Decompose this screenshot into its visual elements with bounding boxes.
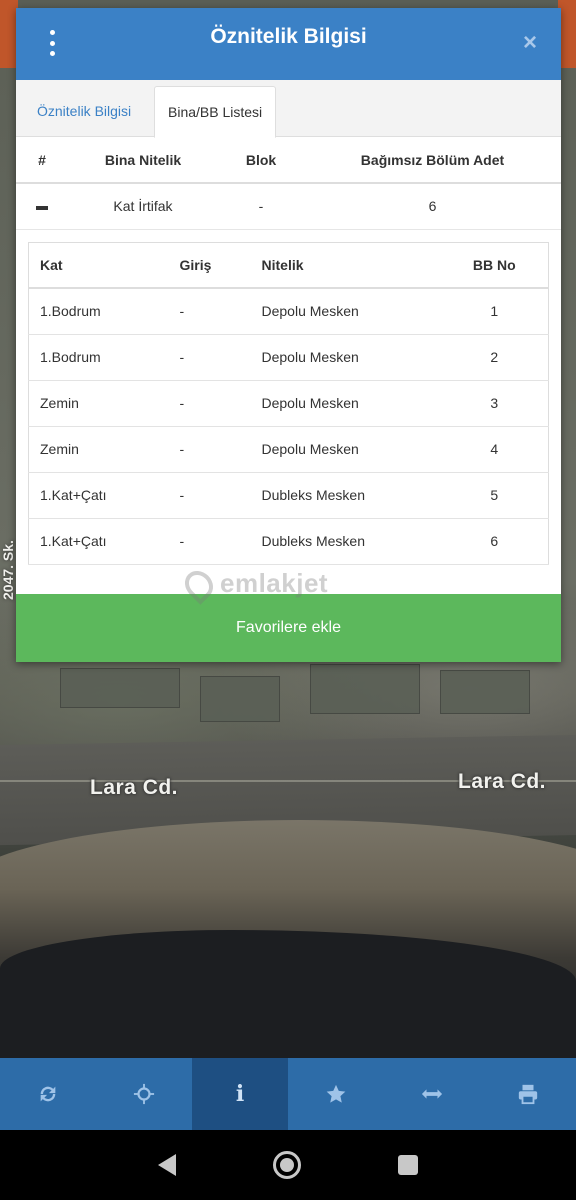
table-cell: Depolu Mesken (250, 380, 441, 427)
table-cell: - (218, 183, 304, 230)
map-sea (0, 930, 576, 1058)
column-header: Nitelik (250, 242, 441, 289)
map-building (310, 664, 420, 714)
table-row[interactable]: 1.Kat+Çatı - Dubleks Mesken 5 (28, 472, 549, 519)
table-cell: Depolu Mesken (250, 288, 441, 335)
table-row[interactable]: Zemin - Depolu Mesken 3 (28, 380, 549, 427)
bottom-toolbar: i (0, 1058, 576, 1130)
refresh-button[interactable] (0, 1058, 96, 1130)
column-header: # (16, 137, 68, 184)
more-menu-icon[interactable] (42, 30, 62, 56)
table-cell: 1.Bodrum (28, 334, 169, 381)
table-cell: 2 (440, 334, 549, 381)
table-cell: 1.Kat+Çatı (28, 518, 169, 565)
table-cell: - (168, 380, 251, 427)
table-cell: 4 (440, 426, 549, 473)
table-cell: Depolu Mesken (250, 334, 441, 381)
map-building (200, 676, 280, 722)
table-row[interactable]: 1.Bodrum - Depolu Mesken 1 (28, 288, 549, 335)
table-cell: 6 (440, 518, 549, 565)
crosshair-icon (133, 1083, 155, 1105)
print-icon (518, 1084, 538, 1105)
table-row[interactable]: Kat İrtifak - 6 (16, 183, 561, 230)
unit-table: Kat Giriş Nitelik BB No 1.Bodrum - Depol… (28, 241, 549, 565)
table-cell: - (168, 334, 251, 381)
locate-button[interactable] (96, 1058, 192, 1130)
info-icon: i (235, 1081, 245, 1107)
attribute-info-modal: Öznitelik Bilgisi × Öznitelik Bilgisi Bi… (16, 8, 561, 662)
column-header: BB No (440, 242, 549, 289)
table-cell: Kat İrtifak (68, 183, 218, 230)
table-cell: 3 (440, 380, 549, 427)
table-cell: 1.Kat+Çatı (28, 472, 169, 519)
building-table: # Bina Nitelik Blok Bağımsız Bölüm Adet … (16, 137, 561, 230)
table-cell: 1 (440, 288, 549, 335)
table-cell: - (168, 288, 251, 335)
column-header: Giriş (168, 242, 251, 289)
table-cell: Depolu Mesken (250, 426, 441, 473)
home-icon[interactable] (272, 1151, 301, 1179)
favorites-button[interactable] (288, 1058, 384, 1130)
tab-attribute-info[interactable]: Öznitelik Bilgisi (24, 86, 144, 137)
star-icon (326, 1084, 346, 1103)
map-label-road: Lara Cd. (458, 770, 547, 793)
back-icon[interactable] (158, 1154, 177, 1176)
column-header: Bağımsız Bölüm Adet (304, 137, 561, 184)
column-header: Kat (28, 242, 169, 289)
table-cell: Dubleks Mesken (250, 518, 441, 565)
system-navigation-bar (0, 1130, 576, 1200)
info-button[interactable]: i (192, 1058, 288, 1130)
measure-button[interactable] (384, 1058, 480, 1130)
print-button[interactable] (480, 1058, 576, 1130)
unit-table-wrapper: Kat Giriş Nitelik BB No 1.Bodrum - Depol… (16, 229, 561, 577)
minus-icon[interactable] (36, 205, 48, 210)
table-row[interactable]: Zemin - Depolu Mesken 4 (28, 426, 549, 473)
map-label-street: 2047. Sk. (0, 540, 16, 600)
map-building (440, 670, 530, 714)
table-row[interactable]: 1.Kat+Çatı - Dubleks Mesken 6 (28, 518, 549, 565)
table-cell: - (168, 472, 251, 519)
column-header: Blok (218, 137, 304, 184)
table-cell: - (168, 518, 251, 565)
tab-building-list[interactable]: Bina/BB Listesi (154, 86, 277, 138)
collapse-toggle[interactable] (16, 183, 68, 230)
tab-bar: Öznitelik Bilgisi Bina/BB Listesi (16, 80, 561, 138)
recent-apps-icon[interactable] (397, 1155, 418, 1175)
table-cell: Zemin (28, 426, 169, 473)
table-cell: 6 (304, 183, 561, 230)
measure-arrows-icon (421, 1089, 443, 1099)
map-label-road: Lara Cd. (90, 776, 179, 799)
table-cell: Dubleks Mesken (250, 472, 441, 519)
close-icon[interactable]: × (517, 30, 543, 56)
table-cell: 5 (440, 472, 549, 519)
column-header: Bina Nitelik (68, 137, 218, 184)
table-cell: 1.Bodrum (28, 288, 169, 335)
refresh-icon (40, 1086, 56, 1102)
table-row[interactable]: 1.Bodrum - Depolu Mesken 2 (28, 334, 549, 381)
modal-header: Öznitelik Bilgisi × (16, 8, 561, 80)
table-cell: Zemin (28, 380, 169, 427)
table-cell: - (168, 426, 251, 473)
map-building (60, 668, 180, 708)
modal-title: Öznitelik Bilgisi (210, 25, 367, 48)
add-to-favorites-button[interactable]: Favorilere ekle (16, 594, 561, 662)
